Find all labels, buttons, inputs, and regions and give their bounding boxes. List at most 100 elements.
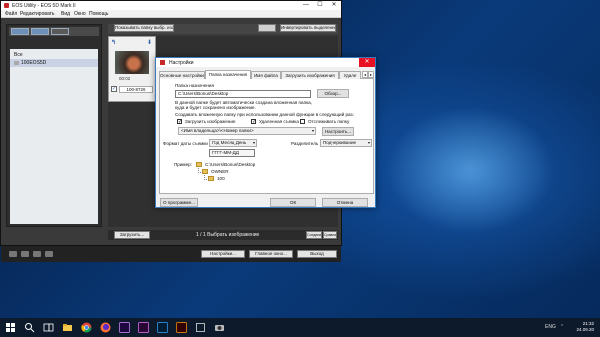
file-explorer-icon[interactable]: [62, 322, 73, 333]
example-label: Пример:: [174, 162, 192, 167]
invert-selection-button[interactable]: Инвертировать выделение: [280, 24, 336, 32]
folder-item-100eos5d[interactable]: 100EOS5D: [10, 59, 98, 67]
example-path-root: C:\Users\Bonus\Desktop: [205, 162, 256, 167]
camera-icon[interactable]: [9, 251, 17, 257]
after-effects-icon[interactable]: [119, 322, 130, 333]
monitor-folder-checkbox[interactable]: [300, 119, 305, 124]
eos-app-icon: [4, 3, 9, 8]
cancel-button[interactable]: Отмена: [322, 198, 368, 207]
folder-label: 100EOS5D: [21, 60, 47, 66]
thumbnail-image: [115, 51, 149, 74]
chevron-down-icon: ▾: [367, 140, 370, 145]
configure-button[interactable]: Настроить...: [322, 127, 354, 136]
folder-panel: Все 100EOS5D: [6, 24, 102, 227]
settings-app-icon: [160, 60, 165, 65]
tab-scroll-right-icon[interactable]: ▸: [368, 71, 374, 78]
task-view-icon[interactable]: [43, 322, 54, 333]
tab-remote[interactable]: Удале: [339, 71, 361, 79]
main-window-button[interactable]: Главное окно...: [249, 250, 293, 258]
download-image-checkbox[interactable]: ✓: [177, 119, 182, 125]
separator-value: Подчеркивание: [323, 140, 357, 145]
tray-chevron-icon[interactable]: ⌃: [560, 324, 564, 330]
folder-icon[interactable]: [21, 251, 29, 257]
tab-basic-settings[interactable]: Основные настройки: [159, 71, 205, 79]
download-button[interactable]: Загрузить...: [114, 231, 150, 239]
description-line-2: куда и будет сохранено изображение.: [175, 105, 256, 110]
firefox-icon[interactable]: [100, 322, 111, 333]
folder-icon: [196, 162, 202, 167]
destination-label: Папка назначения: [175, 83, 214, 88]
eos-menubar: Файл Редактировать Вид Окно Помощь: [1, 10, 341, 18]
chevron-down-icon: ▾: [252, 140, 255, 145]
grid-icon[interactable]: [45, 251, 53, 257]
settings-title: Настройки: [169, 60, 194, 66]
subfolder-pattern-value: <Имя владельца>\<Номер папки>: [181, 128, 254, 133]
folder-icon: [14, 60, 19, 65]
windows-start-icon[interactable]: [5, 322, 16, 333]
menu-edit[interactable]: Редактировать: [20, 11, 55, 17]
remote-shooting-checkbox[interactable]: ✓: [251, 119, 256, 125]
filter-dropdown[interactable]: [258, 24, 276, 32]
date-format-value: Год Месяц День: [212, 140, 247, 145]
tab-download-images[interactable]: Загрузить изображения: [281, 71, 339, 79]
eos-window-title: EOS Utility - EOS 5D Mark II: [12, 3, 76, 9]
browse-button[interactable]: Обзор...: [317, 89, 349, 98]
premiere-icon[interactable]: [138, 322, 149, 333]
eos-titlebar[interactable]: EOS Utility - EOS 5D Mark II — ☐ ✕: [1, 1, 341, 10]
destination-panel: Папка назначения C:\Users\Bonus\Desktop …: [159, 79, 374, 194]
selection-count: 1 / 1 Выбрать изображение: [196, 232, 260, 238]
tray-language[interactable]: ENG: [545, 324, 556, 330]
minimize-button[interactable]: —: [299, 1, 313, 10]
destination-path-field[interactable]: C:\Users\Bonus\Desktop: [175, 90, 311, 98]
menu-window[interactable]: Окно: [74, 11, 86, 17]
illustrator-icon[interactable]: [176, 322, 187, 333]
folder-item-all[interactable]: Все: [10, 51, 98, 59]
image-thumbnail[interactable]: ↰ ⬇ 00:02 ✓ 100-8726: [108, 36, 156, 102]
example-path-number: 100: [217, 176, 225, 181]
remote-shooting-label: Удаленная съемка: [259, 119, 299, 124]
about-button[interactable]: О программе...: [160, 198, 198, 207]
rotate-icon[interactable]: ↰: [111, 39, 116, 46]
separator-select[interactable]: Подчеркивание ▾: [320, 139, 372, 147]
menu-view[interactable]: Вид: [61, 11, 70, 17]
tab-file-name[interactable]: Имя файла: [251, 71, 281, 79]
folder-tab-1[interactable]: [11, 28, 29, 35]
close-button[interactable]: ✕: [327, 1, 341, 10]
ok-button[interactable]: ОК: [270, 198, 316, 207]
date-format-select[interactable]: Год Месяц День ▾: [209, 139, 257, 147]
image-toolbar: Показывать папку выбр. изобр. Инвертиров…: [108, 24, 338, 34]
connect-button[interactable]: Соединить: [306, 231, 322, 239]
folder-tab-2[interactable]: [31, 28, 49, 35]
taskbar: ENG ⌃ 21:32 24.09.20: [0, 318, 600, 337]
chevron-down-icon: ▾: [311, 128, 314, 133]
separator-label: Разделитель: [291, 141, 319, 146]
monitor-folder-label: Отслеживать папку: [308, 119, 350, 124]
download-arrow-icon[interactable]: ⬇: [147, 39, 152, 46]
date-format-label: Формат даты съемки: [163, 141, 208, 146]
settings-close-button[interactable]: ✕: [359, 58, 375, 67]
subfolder-pattern-select[interactable]: <Имя владельца>\<Номер папки> ▾: [178, 127, 316, 135]
app-icon[interactable]: [195, 322, 206, 333]
print-icon[interactable]: [33, 251, 41, 257]
settings-button[interactable]: Настройки...: [201, 250, 245, 258]
compare-button[interactable]: Сравнить: [323, 231, 337, 239]
maximize-button[interactable]: ☐: [313, 1, 327, 10]
folder-icon: [202, 169, 208, 174]
eos-footer: Настройки... Главное окно... Выход: [1, 246, 341, 262]
show-folder-button[interactable]: Показывать папку выбр. изобр.: [114, 24, 174, 32]
eos-utility-icon[interactable]: [214, 322, 225, 333]
search-icon[interactable]: [24, 322, 35, 333]
tray-date: 24.09.20: [576, 327, 594, 332]
settings-tabs: Основные настройки Папка назначения Имя …: [159, 70, 374, 80]
thumbnail-checkbox[interactable]: ✓: [111, 86, 117, 92]
menu-help[interactable]: Помощь: [89, 11, 108, 17]
folder-tab-3[interactable]: [51, 28, 69, 35]
tray-clock[interactable]: 21:32 24.09.20: [576, 321, 594, 333]
download-image-label: Загрузить изображение: [185, 119, 236, 124]
photoshop-icon[interactable]: [157, 322, 168, 333]
menu-file[interactable]: Файл: [5, 11, 17, 17]
settings-titlebar[interactable]: Настройки ✕: [156, 58, 375, 67]
chrome-icon[interactable]: [81, 322, 92, 333]
exit-button[interactable]: Выход: [297, 250, 337, 258]
thumbnail-time: 00:02: [119, 76, 131, 81]
